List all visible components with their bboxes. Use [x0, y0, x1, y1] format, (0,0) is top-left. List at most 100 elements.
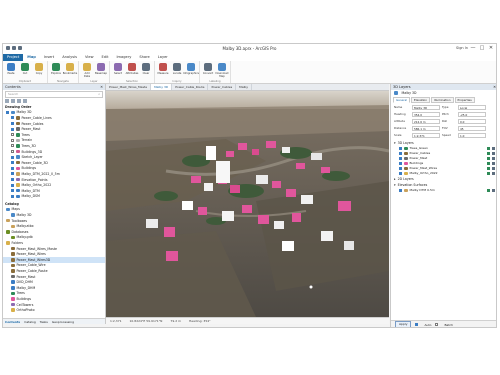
view-tab-power-cables[interactable]: Power_Cables — [208, 84, 237, 90]
attributes-button[interactable]: Attributes — [126, 63, 138, 75]
select-button[interactable]: Select — [112, 63, 124, 75]
visibility-checkbox[interactable] — [399, 152, 402, 155]
paste-button[interactable]: Paste — [5, 63, 17, 75]
zoom-to-icon[interactable] — [487, 147, 490, 150]
close-icon[interactable]: ✕ — [493, 84, 496, 90]
visibility-checkbox[interactable] — [399, 189, 402, 192]
visibility-checkbox[interactable] — [11, 166, 14, 170]
type-field[interactable]: Local — [458, 105, 486, 110]
minimize-button[interactable]: — — [470, 45, 476, 51]
visibility-checkbox[interactable] — [11, 172, 14, 176]
locate-button[interactable]: Locate — [171, 63, 183, 75]
pitch-field[interactable]: -25.0 — [458, 112, 486, 117]
visibility-checkbox[interactable] — [11, 178, 14, 182]
visibility-checkbox[interactable] — [11, 127, 14, 131]
scene-canvas[interactable] — [106, 91, 389, 317]
visibility-checkbox[interactable] — [11, 116, 14, 120]
settings-icon[interactable] — [492, 152, 495, 155]
cut-button[interactable]: Cut — [19, 63, 31, 75]
list-by-editing-icon[interactable] — [23, 99, 27, 103]
visibility-checkbox[interactable] — [6, 110, 9, 114]
pane-tab-tasks[interactable]: Tasks — [40, 319, 48, 324]
ribbon-tab-view[interactable]: View — [81, 54, 98, 61]
layer-row-malby-ortho-2022[interactable]: Malby_Ortho_2022 — [391, 171, 496, 176]
visibility-checkbox[interactable] — [399, 147, 402, 150]
settings-icon[interactable] — [492, 167, 495, 170]
tree-item-orthophoto[interactable]: OrthoPhoto — [3, 307, 105, 313]
settings-icon[interactable] — [492, 157, 495, 160]
settings-icon[interactable] — [492, 147, 495, 150]
tree-item-malby-dsm[interactable]: Malby_DSM — [3, 194, 105, 200]
bookmarks-button[interactable]: Bookmarks — [63, 63, 77, 75]
view-tab-malby[interactable]: Malby — [236, 84, 253, 90]
zoom-to-icon[interactable] — [487, 172, 490, 175]
convert-button[interactable]: Convert — [202, 63, 214, 75]
list-by-drawing-order-icon[interactable] — [5, 99, 9, 103]
visibility-checkbox[interactable] — [399, 162, 402, 165]
visibility-checkbox[interactable] — [11, 122, 14, 126]
altitude-field[interactable]: 212.6 m — [412, 119, 440, 124]
ribbon-tab-layer[interactable]: Layer — [154, 54, 172, 61]
layer-row-malby-dtm-0-5m[interactable]: Malby DTM 0.5m — [391, 188, 496, 193]
visibility-checkbox[interactable] — [399, 172, 402, 175]
settings-icon[interactable] — [492, 189, 495, 192]
properties-tab-elevation[interactable]: Elevation — [411, 97, 431, 103]
visibility-checkbox[interactable] — [11, 194, 14, 198]
infographics-button[interactable]: Infographics — [183, 63, 199, 75]
properties-tab-properties[interactable]: Properties — [454, 97, 475, 103]
visibility-checkbox[interactable] — [11, 150, 14, 154]
download-map-button[interactable]: Download Map — [216, 63, 228, 78]
view-tab-malby-3d[interactable]: Malby 3D — [151, 84, 173, 90]
visibility-checkbox[interactable] — [11, 161, 14, 165]
list-by-source-icon[interactable] — [11, 99, 15, 103]
visibility-checkbox[interactable] — [11, 189, 14, 193]
map-scale[interactable]: 1:2,371 — [110, 318, 122, 324]
roll-field[interactable]: 0.0 — [458, 119, 486, 124]
ribbon-tab-analysis[interactable]: Analysis — [58, 54, 81, 61]
ribbon-tab-imagery[interactable]: Imagery — [113, 54, 136, 61]
close-button[interactable]: ✕ — [488, 45, 494, 51]
properties-tab-general[interactable]: General — [393, 97, 411, 103]
list-by-selection-icon[interactable] — [17, 99, 21, 103]
close-icon[interactable]: ✕ — [100, 84, 103, 90]
visibility-checkbox[interactable] — [11, 144, 14, 148]
ribbon-tab-project[interactable]: Project — [3, 54, 24, 61]
visibility-checkbox[interactable] — [11, 183, 14, 187]
settings-icon[interactable] — [492, 162, 495, 165]
name-field[interactable]: Malby 3D — [412, 105, 440, 110]
pane-tab-catalog[interactable]: Catalog — [24, 319, 36, 324]
heading-field[interactable]: 354.0 — [412, 112, 440, 117]
visibility-checkbox[interactable] — [399, 167, 402, 170]
settings-icon[interactable] — [492, 172, 495, 175]
view-tab-power-mast-wires-maste[interactable]: Power_Mast_Wires_Maste — [106, 84, 152, 90]
zoom-to-icon[interactable] — [487, 162, 490, 165]
view-tab-power-cable-route[interactable]: Power_Cable_Route — [172, 84, 209, 90]
contents-search-input[interactable]: Search ⌕ — [5, 91, 103, 98]
visibility-checkbox[interactable] — [399, 157, 402, 160]
measure-button[interactable]: Measure — [157, 63, 169, 75]
clear-button[interactable]: Clear — [140, 63, 152, 75]
distance-field[interactable]: 586.1 m — [412, 126, 440, 131]
add-data-button[interactable]: Add Data — [81, 63, 93, 78]
zoom-to-icon[interactable] — [487, 157, 490, 160]
ribbon-tab-edit[interactable]: Edit — [98, 54, 113, 61]
properties-tab-illumination[interactable]: Illumination — [431, 97, 454, 103]
ribbon-tab-share[interactable]: Share — [135, 54, 153, 61]
basemap-button[interactable]: Basemap — [95, 63, 107, 75]
ribbon-tab-insert[interactable]: Insert — [40, 54, 58, 61]
explore-button[interactable]: Explore — [50, 63, 62, 75]
ribbon-tab-map[interactable]: Map — [23, 54, 40, 61]
scene-view[interactable] — [106, 91, 389, 317]
speed-field[interactable]: 1.0 — [458, 133, 486, 138]
copy-button[interactable]: Copy — [33, 63, 45, 75]
visibility-checkbox[interactable] — [11, 138, 14, 142]
fov-field[interactable]: 45 — [458, 126, 486, 131]
auto-apply-checkbox[interactable] — [415, 323, 419, 326]
zoom-to-icon[interactable] — [487, 189, 490, 192]
maximize-button[interactable]: □ — [479, 45, 485, 51]
apply-button[interactable]: Apply — [395, 321, 412, 327]
zoom-to-icon[interactable] — [487, 152, 490, 155]
pane-tab-contents[interactable]: Contents — [5, 319, 20, 324]
sign-in-link[interactable]: Sign In — [456, 46, 468, 50]
batch-checkbox[interactable] — [435, 323, 439, 326]
